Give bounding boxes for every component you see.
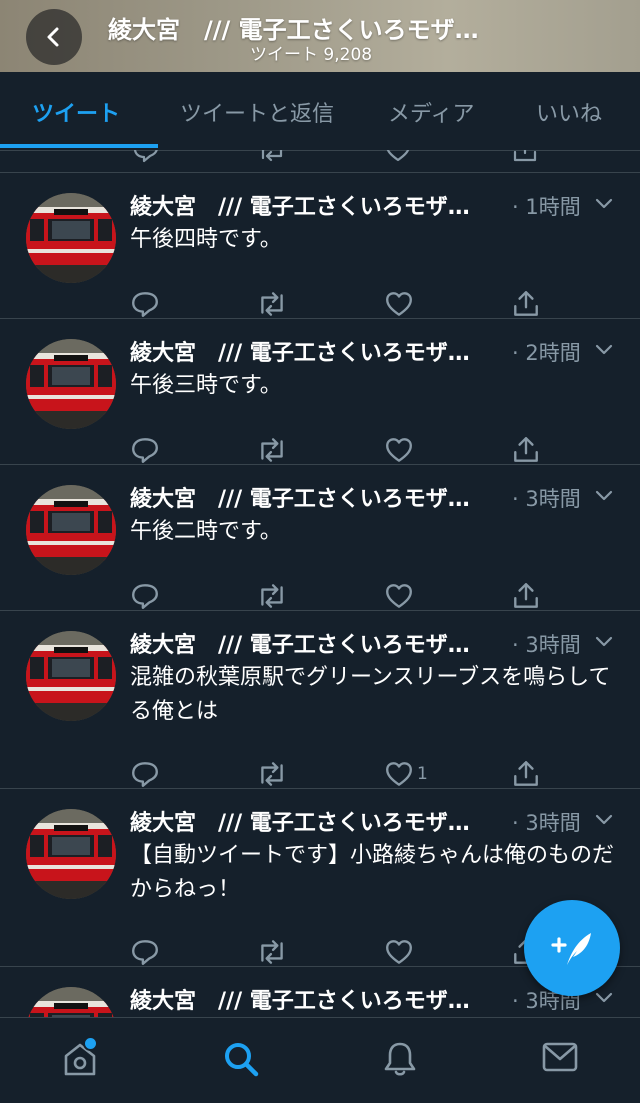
search-icon [225, 1043, 259, 1077]
chevron-left-icon [47, 27, 59, 47]
nav-search[interactable] [222, 1040, 260, 1082]
retweet-icon[interactable] [256, 759, 288, 789]
avatar[interactable] [26, 339, 116, 429]
tweet-row[interactable]: 綾大宮 /// 電子工さくいろモザ… · 3時間午後二時です。 [0, 464, 640, 611]
heart-icon [386, 292, 412, 316]
tweet-timestamp: · 2時間 [512, 341, 581, 365]
tab-likes[interactable]: いいね [536, 96, 602, 128]
mail-icon [542, 1042, 578, 1072]
tweet-count: ツイート 9,208 [250, 45, 373, 65]
chevron-down-icon[interactable] [594, 197, 614, 211]
share-icon[interactable] [511, 581, 541, 611]
tab-media[interactable]: メディア [388, 96, 474, 128]
retweet-icon[interactable] [256, 937, 288, 967]
tweet-author-name[interactable]: 綾大宮 /// 電子工さくいろモザ… [130, 633, 470, 658]
reply-icon[interactable] [132, 150, 160, 164]
like-button[interactable] [384, 581, 417, 611]
tweet-timestamp: · 1時間 [512, 195, 581, 219]
chevron-down-icon[interactable] [594, 635, 614, 649]
like-button[interactable] [384, 937, 417, 967]
chevron-down-icon[interactable] [594, 489, 614, 503]
heart-icon [386, 940, 412, 964]
nav-home[interactable] [62, 1036, 98, 1082]
avatar[interactable] [26, 193, 116, 283]
back-button[interactable] [26, 9, 82, 65]
tweet-text: 【自動ツイートです】小路綾ちゃんは俺のものだからねっ！ [130, 843, 615, 902]
tab-tweets[interactable]: ツイート [32, 96, 120, 128]
tweet-author-name[interactable]: 綾大宮 /// 電子工さくいろモザ… [130, 341, 470, 366]
heart-icon [386, 438, 412, 462]
retweet-icon[interactable] [257, 150, 287, 164]
tweet-text: 午後三時です。 [130, 373, 282, 398]
reply-icon[interactable] [130, 759, 160, 789]
heart-icon [386, 762, 412, 786]
tweet-author-name[interactable]: 綾大宮 /// 電子工さくいろモザ… [130, 195, 470, 220]
retweet-icon[interactable] [256, 289, 288, 319]
retweet-icon[interactable] [256, 435, 288, 465]
tweet-timestamp: · 3時間 [512, 487, 581, 511]
home-notification-dot [83, 1036, 98, 1051]
chevron-down-icon[interactable] [594, 813, 614, 827]
avatar[interactable] [26, 485, 116, 575]
bell-icon [384, 1042, 416, 1076]
tweet-text: 午後二時です。 [130, 519, 282, 544]
like-button[interactable]: 1 [384, 759, 428, 789]
previous-tweet-actions [0, 150, 640, 172]
nav-notifications[interactable] [382, 1040, 418, 1082]
tweet-author-name[interactable]: 綾大宮 /// 電子工さくいろモザ… [130, 811, 470, 836]
tweet-row[interactable]: 綾大宮 /// 電子工さくいろモザ… · 1時間午後四時です。 [0, 172, 640, 319]
share-icon[interactable] [511, 759, 541, 789]
tweet-text: 午後四時です。 [130, 227, 282, 252]
tab-tweets-and-replies[interactable]: ツイートと返信 [180, 96, 334, 128]
reply-icon[interactable] [130, 937, 160, 967]
compose-tweet-button[interactable] [524, 900, 620, 996]
tweet-author-name[interactable]: 綾大宮 /// 電子工さくいろモザ… [130, 487, 470, 512]
active-tab-indicator [0, 144, 158, 148]
like-count: 1 [417, 764, 428, 784]
avatar[interactable] [26, 631, 116, 721]
tweet-text: 混雑の秋葉原駅でグリーンスリーブスを鳴らしてる俺とは [130, 665, 611, 724]
reply-icon[interactable] [130, 581, 160, 611]
avatar[interactable] [26, 809, 116, 899]
tweet-timestamp: · 3時間 [512, 811, 581, 835]
chevron-down-icon[interactable] [594, 343, 614, 357]
retweet-icon[interactable] [256, 581, 288, 611]
like-button[interactable] [384, 289, 417, 319]
heart-icon[interactable] [384, 150, 412, 164]
chevron-down-icon[interactable] [594, 991, 614, 1005]
reply-icon[interactable] [130, 289, 160, 319]
tweet-author-name[interactable]: 綾大宮 /// 電子工さくいろモザ… [130, 989, 470, 1014]
tweet-timestamp: · 3時間 [512, 633, 581, 657]
tweet-row[interactable]: 綾大宮 /// 電子工さくいろモザ… · 3時間混雑の秋葉原駅でグリーンスリーブス… [0, 610, 640, 789]
tweet-row[interactable]: 綾大宮 /// 電子工さくいろモザ… · 2時間午後三時です。 [0, 318, 640, 465]
share-icon[interactable] [511, 435, 541, 465]
reply-icon[interactable] [130, 435, 160, 465]
bottom-navigation [0, 1017, 640, 1103]
heart-icon [386, 584, 412, 608]
compose-tweet-icon [551, 933, 591, 965]
like-button[interactable] [384, 435, 417, 465]
profile-tabs: ツイート ツイートと返信 メディア いいね [0, 72, 640, 151]
profile-header: 綾大宮 /// 電子工さくいろモザ… ツイート 9,208 [0, 0, 640, 72]
nav-messages[interactable] [541, 1040, 579, 1078]
share-icon[interactable] [511, 150, 539, 164]
share-icon[interactable] [511, 289, 541, 319]
